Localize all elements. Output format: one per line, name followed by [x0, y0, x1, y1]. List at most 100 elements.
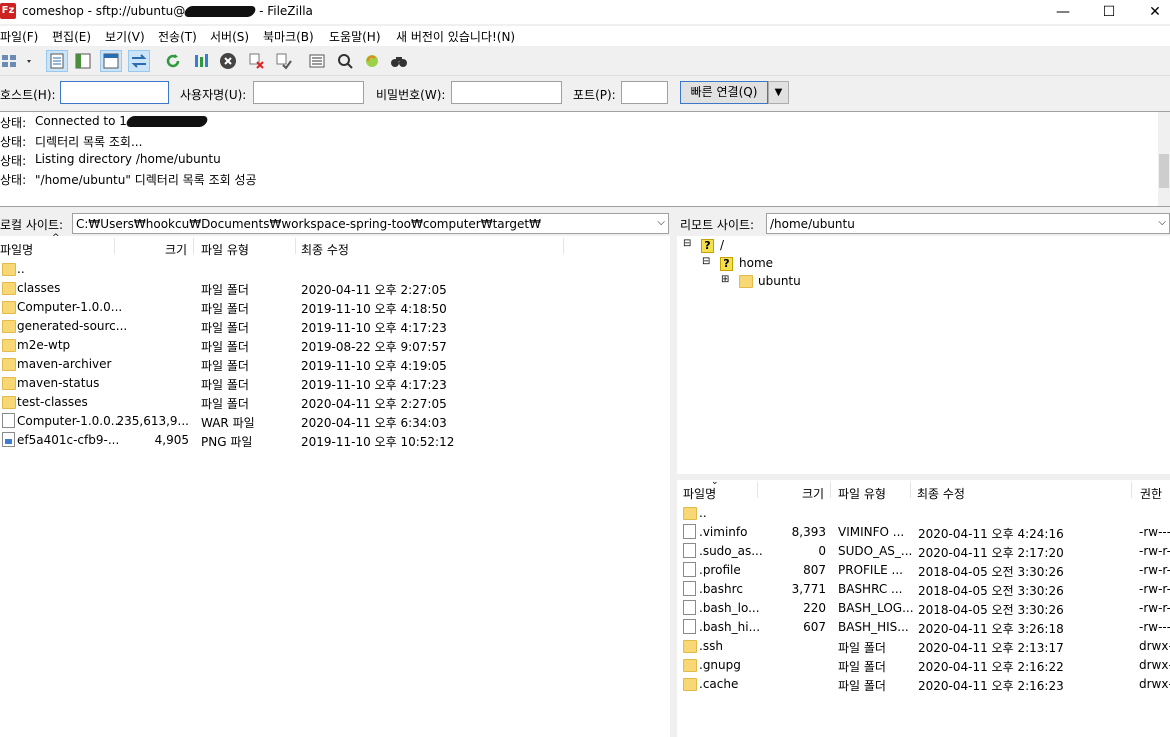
file-modified: 2020-04-11 오후 3:26:18: [918, 622, 1064, 636]
file-row[interactable]: .sudo_as... 0 SUDO_AS_... 2020-04-11 오후 2:1…: [677, 542, 1170, 561]
file-row[interactable]: .bash_hi... 607 BASH_HIS... 2020-04-11 오후 3…: [677, 618, 1170, 637]
file-modified: 2019-11-10 오후 4:19:05: [301, 359, 447, 373]
file-size: 4,905: [154, 433, 189, 447]
file-row[interactable]: generated-sourc... 파일 폴더 2019-11-10 오후 4:1…: [0, 317, 670, 336]
file-row[interactable]: ..: [677, 504, 1170, 523]
column-separator[interactable]: [295, 238, 296, 254]
host-input[interactable]: [60, 81, 169, 104]
password-input[interactable]: [451, 81, 562, 104]
quickconnect-bar: 호스트(H): 사용자명(U): 비밀번호(W): 포트(P): 빠른 연결(Q…: [0, 77, 1170, 110]
sync-browse-button[interactable]: [361, 50, 383, 72]
port-input[interactable]: [621, 81, 668, 104]
chevron-down-icon[interactable]: ⌵: [1158, 217, 1166, 228]
col-modified[interactable]: 최종 수정: [301, 241, 349, 258]
col-size[interactable]: 크기: [802, 485, 824, 502]
close-button[interactable]: ✕: [1132, 0, 1170, 24]
local-path-input[interactable]: C:₩Users₩hookcu₩Documents₩workspace-spri…: [72, 213, 669, 234]
file-icon: [683, 543, 696, 558]
cancel-button[interactable]: [217, 50, 239, 72]
file-row[interactable]: .bashrc 3,771 BASHRC ... 2018-04-05 오전 3:30…: [677, 580, 1170, 599]
expand-icon[interactable]: ⊞: [721, 274, 729, 285]
file-row[interactable]: .ssh 파일 폴더 2020-04-11 오후 2:13:17 drwx-: [677, 637, 1170, 656]
tree-node-ubuntu[interactable]: ⊞ ubuntu: [677, 272, 1170, 291]
menu-file[interactable]: 파일(F): [0, 28, 38, 45]
col-type[interactable]: 파일 유형: [838, 485, 886, 502]
file-row[interactable]: .viminfo 8,393 VIMINFO ... 2020-04-11 오후 4:…: [677, 523, 1170, 542]
tree-node-root[interactable]: ⊟ ? /: [677, 236, 1170, 255]
image-file-icon: [2, 432, 15, 447]
pane-splitter[interactable]: [670, 212, 677, 737]
menu-transfer[interactable]: 전송(T): [158, 28, 197, 45]
unknown-folder-icon: ?: [720, 256, 733, 271]
column-separator[interactable]: [563, 238, 564, 254]
toggle-remote-tree-button[interactable]: [100, 50, 122, 72]
file-row[interactable]: Computer-1.0.0... 파일 폴더 2019-11-10 오후 4:18…: [0, 298, 670, 317]
file-type: WAR 파일: [201, 416, 255, 430]
reconnect-button[interactable]: [272, 50, 294, 72]
collapse-icon[interactable]: ⊟: [702, 256, 710, 267]
search-button[interactable]: [388, 50, 410, 72]
file-row[interactable]: m2e-wtp 파일 폴더 2019-08-22 오후 9:07:57: [0, 336, 670, 355]
toggle-local-tree-button[interactable]: [72, 50, 94, 72]
username-input[interactable]: [253, 81, 364, 104]
minimize-button[interactable]: —: [1040, 0, 1086, 24]
tree-node-home[interactable]: ⊟ ? home: [677, 254, 1170, 273]
collapse-icon[interactable]: ⊟: [683, 238, 691, 249]
log-scrollbar[interactable]: [1158, 112, 1170, 206]
disconnect-button[interactable]: [245, 50, 267, 72]
remote-site-bar: 리모트 사이트: /home/ubuntu ⌵: [677, 212, 1170, 235]
log-scrollbar-thumb[interactable]: [1159, 154, 1169, 188]
menu-help[interactable]: 도움말(H): [329, 28, 381, 45]
file-name: .bashrc: [699, 582, 743, 596]
column-separator[interactable]: [830, 482, 831, 498]
chevron-down-icon[interactable]: ⌵: [657, 217, 665, 228]
quickconnect-button[interactable]: 빠른 연결(Q): [680, 81, 768, 104]
remote-path-input[interactable]: /home/ubuntu ⌵: [766, 213, 1170, 234]
tree-node-label: /: [720, 238, 725, 252]
file-name: generated-sourc...: [17, 319, 128, 333]
filter-button[interactable]: [306, 50, 328, 72]
toggle-log-button[interactable]: [46, 50, 68, 72]
file-row[interactable]: .profile 807 PROFILE ... 2018-04-05 오전 3:30…: [677, 561, 1170, 580]
local-site-bar: 로컬 사이트: C:₩Users₩hookcu₩Documents₩worksp…: [0, 212, 670, 235]
redacted-host: [183, 6, 258, 17]
menu-view[interactable]: 보기(V): [105, 28, 145, 45]
col-name[interactable]: 파일명: [683, 485, 716, 502]
col-type[interactable]: 파일 유형: [201, 241, 249, 258]
process-queue-button[interactable]: [190, 50, 212, 72]
menu-new-version[interactable]: 새 버전이 있습니다!(N): [396, 28, 515, 45]
col-permissions[interactable]: 권한: [1140, 485, 1162, 502]
menu-bookmarks[interactable]: 북마크(B): [263, 28, 314, 45]
quickconnect-dropdown-button[interactable]: ▼: [768, 81, 789, 104]
file-row[interactable]: .cache 파일 폴더 2020-04-11 오후 2:16:23 drwx-: [677, 675, 1170, 694]
file-name: .ssh: [699, 639, 723, 653]
compare-button[interactable]: [334, 50, 356, 72]
file-row[interactable]: Computer-1.0.0... 235,613,9... WAR 파일 2020-…: [0, 412, 670, 431]
window-title-suffix: - FileZilla: [259, 4, 313, 18]
refresh-button[interactable]: [162, 50, 184, 72]
file-row[interactable]: ef5a401c-cfb9-... 4,905 PNG 파일 2019-11-10 오…: [0, 431, 670, 450]
menu-server[interactable]: 서버(S): [210, 28, 249, 45]
file-row[interactable]: .bash_lo... 220 BASH_LOG... 2018-04-05 오전 3…: [677, 599, 1170, 618]
file-row[interactable]: maven-archiver 파일 폴더 2019-11-10 오후 4:19:05: [0, 355, 670, 374]
file-row[interactable]: ..: [0, 260, 670, 279]
title-bar: Fz comeshop - sftp://ubuntu@ - FileZilla…: [0, 0, 1170, 24]
local-site-label: 로컬 사이트:: [0, 218, 64, 232]
col-name[interactable]: 파일명: [0, 241, 33, 258]
column-separator[interactable]: [757, 482, 758, 498]
file-size: 8,393: [791, 525, 826, 539]
file-row[interactable]: maven-status 파일 폴더 2019-11-10 오후 4:17:23: [0, 374, 670, 393]
column-separator[interactable]: [193, 238, 194, 254]
file-row[interactable]: test-classes 파일 폴더 2020-04-11 오후 2:27:05: [0, 393, 670, 412]
menu-edit[interactable]: 편집(E): [52, 28, 91, 45]
column-separator[interactable]: [114, 238, 115, 254]
file-row[interactable]: .gnupg 파일 폴더 2020-04-11 오후 2:16:22 drwx-: [677, 656, 1170, 675]
toggle-queue-button[interactable]: [128, 50, 150, 72]
col-size[interactable]: 크기: [165, 241, 187, 258]
col-modified[interactable]: 최종 수정: [917, 485, 965, 502]
maximize-button[interactable]: ☐: [1086, 0, 1132, 24]
column-separator[interactable]: [910, 482, 911, 498]
column-separator[interactable]: [1131, 482, 1132, 498]
site-manager-button[interactable]: [0, 50, 36, 72]
file-row[interactable]: classes 파일 폴더 2020-04-11 오후 2:27:05: [0, 279, 670, 298]
